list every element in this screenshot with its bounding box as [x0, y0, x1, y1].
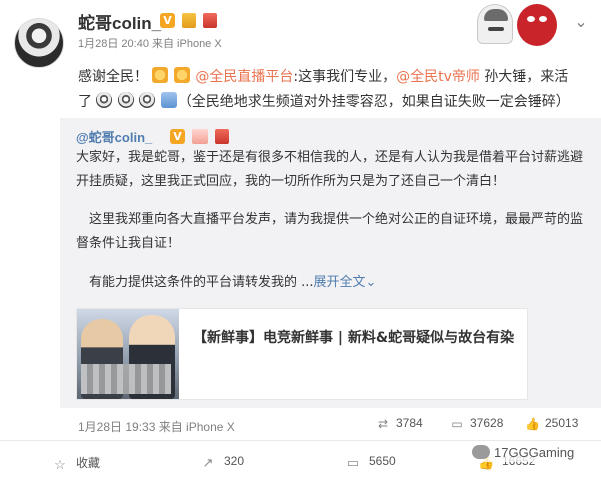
retweet-comment-count[interactable]: ▭ 37628 [450, 416, 503, 430]
face-emoji-icon [117, 92, 134, 108]
medal-icon [215, 129, 230, 144]
retweet-author[interactable]: @蛇哥colin_ [76, 127, 152, 146]
pixelated-house-image [81, 364, 171, 394]
mention-link[interactable]: @全民tv帝师 [396, 69, 480, 85]
avatar[interactable] [14, 18, 64, 68]
article-thumbnail [77, 309, 179, 399]
verified-badge-icon: V [160, 13, 175, 28]
face-emoji-icon [139, 92, 156, 108]
comment-icon: ▭ [346, 455, 360, 470]
star-icon: ☆ [54, 457, 66, 472]
post-text: 了 [78, 94, 92, 110]
anime-sticker-icon [477, 4, 513, 44]
post-text: 感谢全民！ [78, 69, 148, 85]
retweet-box: @蛇哥colin_ V 大家好，我是蛇哥，鉴于还是有很多不相信我的人，还是有人认… [60, 118, 601, 408]
comment-count: 37628 [470, 416, 504, 430]
post-text: :这事我们专业， [293, 69, 397, 85]
medal-icon [192, 129, 209, 144]
favorite-button[interactable]: ☆ 收藏 [52, 454, 100, 472]
post-text: 孙大锤，来活 [479, 69, 569, 85]
favorite-label: 收藏 [76, 456, 101, 470]
watermark-text: 17GGGaming [494, 445, 575, 460]
article-title[interactable]: 【新鲜事】电竞新鲜事 | 新料&蛇哥疑似与故台有染 [193, 327, 514, 347]
retweet-author-badges: V [170, 126, 230, 145]
face-emoji-icon [96, 92, 113, 108]
post-text-line-2: 了 （全民绝地求生频道对外挂零容忍，如果自证失败一定会锤碎） [78, 91, 570, 111]
expand-full-text-link[interactable]: 展开全文 [314, 275, 366, 290]
retweet-text: 有能力提供这条件的平台请转发我的 ... [89, 275, 314, 290]
folded-hands-emoji-icon [160, 92, 177, 108]
repost-icon: ↗ [202, 455, 214, 470]
decorative-stickers [477, 4, 569, 46]
retweet-paragraph: 大家好，我是蛇哥，鉴于还是有很多不相信我的人，还是有人认为我是借着平台讨薪逃避开… [76, 150, 584, 189]
thumbs-up-icon: 👍 [525, 417, 540, 431]
weibo-post: 蛇哥colin_ V 1月28日 20:40 来自 iPhone X ⌄ 感谢全… [0, 0, 601, 481]
author-name[interactable]: 蛇哥colin_ [78, 9, 161, 34]
post-meta: 1月28日 20:40 来自 iPhone X [78, 38, 222, 50]
retweet-paragraph: 有能力提供这条件的平台请转发我的 ...展开全文⌄ [76, 271, 586, 295]
comment-button[interactable]: ▭ 5650 [345, 454, 396, 470]
clap-emoji-icon [173, 67, 190, 83]
chevron-down-icon[interactable]: ⌄ [571, 12, 591, 32]
clap-emoji-icon [152, 67, 169, 83]
repost-icon: ⇄ [377, 417, 389, 431]
medal-icon [203, 13, 218, 28]
comment-count: 5650 [369, 454, 396, 468]
post-text-line-1: 感谢全民！ @全民直播平台:这事我们专业，@全民tv帝师 孙大锤，来活 [78, 66, 568, 86]
post-text: （全民绝地求生频道对外挂零容忍，如果自证失败一定会锤碎） [177, 94, 570, 110]
author-badges: V [160, 10, 218, 29]
retweet-like-count[interactable]: 👍 25013 [525, 416, 578, 430]
verified-badge-icon: V [170, 129, 185, 144]
retweet-meta: 1月28日 19:33 来自 iPhone X [78, 420, 235, 434]
repost-count: 320 [224, 454, 245, 468]
repost-button[interactable]: ↗ 320 [200, 454, 244, 470]
mention-link[interactable]: @全民直播平台 [195, 69, 293, 85]
article-card[interactable]: 【新鲜事】电竞新鲜事 | 新料&蛇哥疑似与故台有染 [76, 308, 528, 400]
retweet-paragraph: 这里我郑重向各大直播平台发声，请为我提供一个绝对公正的自证环境，最最严苛的监督条… [76, 212, 584, 251]
wechat-icon [472, 445, 490, 459]
chevron-down-icon[interactable]: ⌄ [366, 275, 377, 290]
medal-icon [182, 13, 197, 28]
watermark: 17GGGaming [468, 443, 579, 462]
retweet-repost-count[interactable]: ⇄ 3784 [376, 416, 423, 430]
repost-count: 3784 [396, 416, 423, 430]
comment-icon: ▭ [451, 417, 463, 431]
like-count: 25013 [545, 416, 579, 430]
devil-sticker-icon [517, 4, 557, 46]
